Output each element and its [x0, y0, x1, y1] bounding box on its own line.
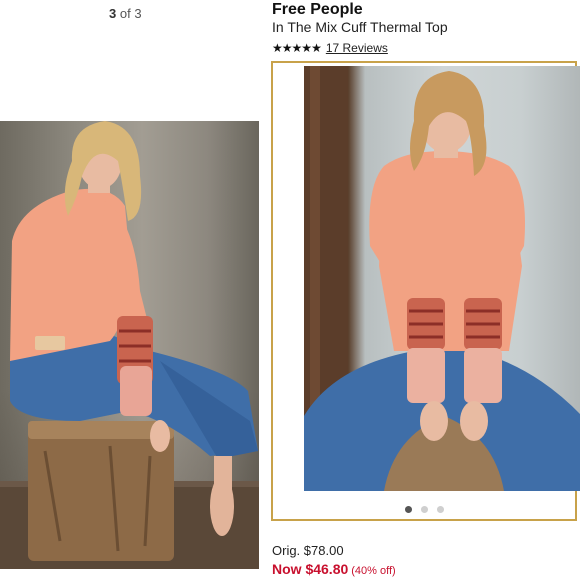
reviews-link[interactable]: 17 Reviews — [326, 41, 388, 55]
carousel-dot-3[interactable] — [436, 506, 444, 513]
brand-name[interactable]: Free People — [272, 1, 363, 19]
carousel-dot-2[interactable] — [420, 506, 428, 513]
star-icon: ★ — [281, 41, 293, 55]
main-image-frame — [271, 61, 580, 521]
product-title: In The Mix Cuff Thermal Top — [272, 19, 448, 35]
rating-stars: ★ ★ ★ ★ ★ — [272, 41, 322, 55]
left-gallery-panel: 3 of 3 — [0, 0, 262, 579]
product-photo-side-view[interactable] — [0, 121, 259, 569]
rating-row: ★ ★ ★ ★ ★ 17 Reviews — [272, 41, 388, 55]
product-detail-panel: Free People In The Mix Cuff Thermal Top … — [262, 0, 580, 579]
sale-price: Now $46.80 — [272, 561, 349, 577]
sale-price-row: Now $46.80 (40% off) — [272, 561, 396, 577]
pager-separator: of — [119, 6, 131, 21]
pager-total: 3 — [134, 6, 142, 21]
discount-percent: (40% off) — [351, 565, 396, 577]
carousel-dots — [273, 506, 575, 513]
carousel-dot-1[interactable] — [404, 506, 412, 513]
product-photo-front-view[interactable] — [304, 66, 580, 491]
model-seated-front-illustration — [304, 66, 580, 491]
model-seated-side-illustration — [0, 121, 259, 569]
image-pager: 3 of 3 — [109, 6, 142, 21]
star-icon: ★ — [291, 41, 303, 55]
pager-current: 3 — [109, 6, 117, 21]
star-icon: ★ — [301, 41, 312, 55]
half-star-icon: ★ — [311, 41, 322, 55]
star-icon: ★ — [272, 41, 283, 55]
original-price: Orig. $78.00 — [272, 543, 344, 558]
